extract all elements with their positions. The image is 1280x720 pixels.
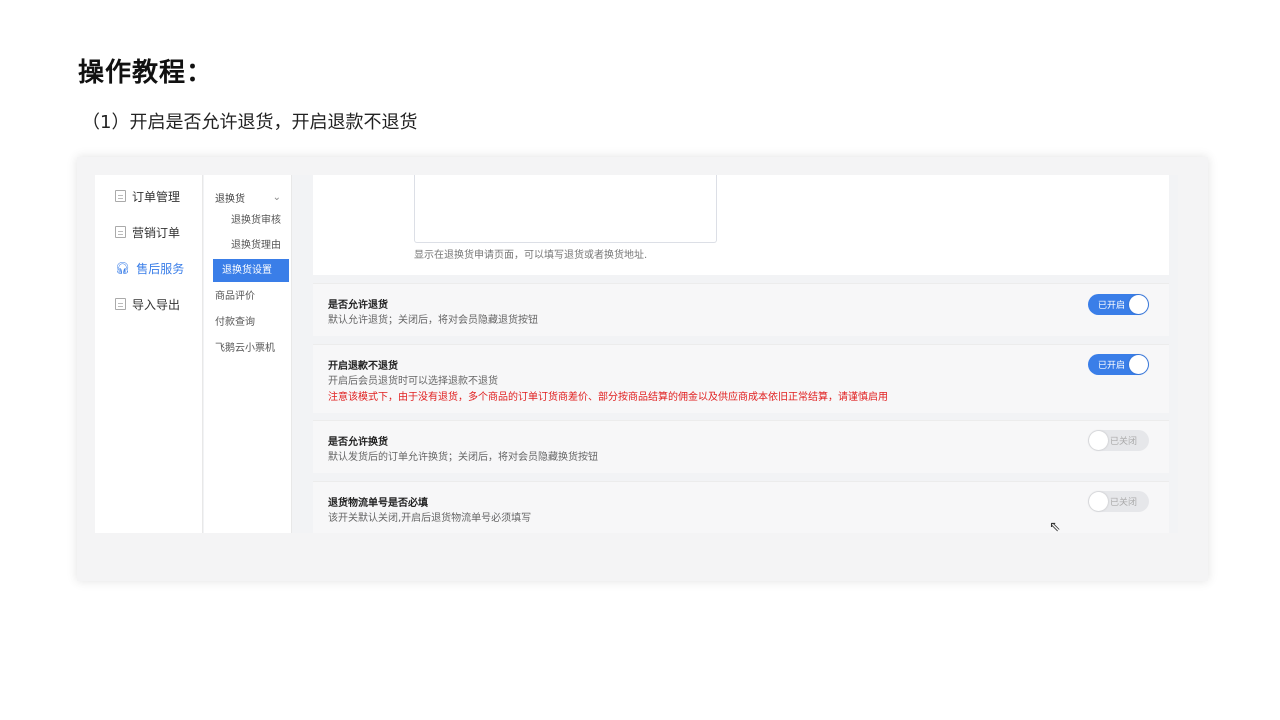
setting-tracking-required: 退货物流单号是否必填 该开关默认关闭,开启后退货物流单号必须填写 已关闭 xyxy=(313,481,1169,533)
subnav-item-receipt-printer[interactable]: 飞鹅云小票机 xyxy=(204,336,291,362)
toggle-knob xyxy=(1129,355,1148,374)
refund-without-return-toggle[interactable]: 已开启 xyxy=(1088,354,1149,375)
document-icon xyxy=(115,190,126,202)
toggle-state-label: 已关闭 xyxy=(1109,498,1137,508)
setting-allow-return: 是否允许退货 默认允许退货；关闭后，将对会员隐藏退货按钮 已开启 xyxy=(313,283,1169,336)
headset-icon: 🎧︎ xyxy=(115,261,131,275)
sidebar-item-label: 导入导出 xyxy=(132,297,181,312)
setting-description: 默认发货后的订单允许换货；关闭后，将对会员隐藏换货按钮 xyxy=(328,452,598,463)
admin-app: 订单管理 营销订单 🎧︎ 售后服务 导入导出 退换货 ⌄ 退换货审核 退换货理由 xyxy=(95,175,1178,533)
sidebar-item-label: 售后服务 xyxy=(136,261,185,276)
toggle-state-label: 已关闭 xyxy=(1109,437,1137,447)
sub-sidebar: 退换货 ⌄ 退换货审核 退换货理由 退换货设置 商品评价 付款查询 飞鹅云小票机 xyxy=(204,175,292,533)
setting-description: 默认允许退货；关闭后，将对会员隐藏退货按钮 xyxy=(328,315,538,326)
allow-exchange-toggle[interactable]: 已关闭 xyxy=(1088,430,1149,451)
setting-refund-without-return: 开启退款不退货 开启后会员退货时可以选择退款不退货 注意该模式下，由于没有退货，… xyxy=(313,344,1169,413)
sidebar-item-label: 订单管理 xyxy=(132,189,181,204)
main-sidebar: 订单管理 营销订单 🎧︎ 售后服务 导入导出 xyxy=(95,175,203,533)
sidebar-item-after-sales[interactable]: 🎧︎ 售后服务 xyxy=(95,250,202,286)
setting-title: 是否允许退货 xyxy=(328,300,388,311)
sidebar-item-order-management[interactable]: 订单管理 xyxy=(95,178,202,214)
setting-title: 退货物流单号是否必填 xyxy=(328,498,428,509)
return-address-textarea[interactable] xyxy=(414,175,717,243)
setting-allow-exchange: 是否允许换货 默认发货后的订单允许换货；关闭后，将对会员隐藏换货按钮 已关闭 xyxy=(313,420,1169,473)
setting-title: 是否允许换货 xyxy=(328,437,388,448)
return-address-block: 显示在退换货申请页面，可以填写退货或者换货地址. xyxy=(313,175,1169,275)
tracking-required-toggle[interactable]: 已关闭 xyxy=(1088,491,1149,512)
subnav-item-return-review[interactable]: 退换货审核 xyxy=(213,209,289,232)
return-address-hint: 显示在退换货申请页面，可以填写退货或者换货地址. xyxy=(414,250,648,261)
setting-title: 开启退款不退货 xyxy=(328,361,398,372)
import-export-icon xyxy=(115,298,126,310)
chevron-down-icon: ⌄ xyxy=(272,191,281,203)
subnav-item-payment-query[interactable]: 付款查询 xyxy=(204,310,291,336)
sidebar-item-label: 营销订单 xyxy=(132,225,181,240)
subnav-group-label: 退换货 xyxy=(215,193,245,205)
subnav-group-returns[interactable]: 退换货 ⌄ xyxy=(204,185,291,209)
sidebar-item-import-export[interactable]: 导入导出 xyxy=(95,286,202,322)
settings-panel: 显示在退换货申请页面，可以填写退货或者换货地址. 是否允许退货 默认允许退货；关… xyxy=(299,175,1171,533)
sidebar-item-marketing-orders[interactable]: 营销订单 xyxy=(95,214,202,250)
page-title: 操作教程： xyxy=(78,58,214,88)
allow-return-toggle[interactable]: 已开启 xyxy=(1088,294,1149,315)
mouse-cursor-icon: ⇖ xyxy=(1049,519,1061,535)
setting-warning: 注意该模式下，由于没有退货，多个商品的订单订货商差价、部分按商品结算的佣金以及供… xyxy=(328,392,888,403)
setting-description: 该开关默认关闭,开启后退货物流单号必须填写 xyxy=(328,513,532,524)
subnav-item-return-reasons[interactable]: 退换货理由 xyxy=(213,234,289,257)
step-description: （1）开启是否允许退货，开启退款不退货 xyxy=(82,112,418,133)
screenshot-frame: 订单管理 营销订单 🎧︎ 售后服务 导入导出 退换货 ⌄ 退换货审核 退换货理由 xyxy=(77,157,1208,581)
toggle-knob xyxy=(1129,295,1148,314)
setting-description: 开启后会员退货时可以选择退款不退货 xyxy=(328,376,498,387)
subnav-item-product-reviews[interactable]: 商品评价 xyxy=(204,284,291,310)
toggle-state-label: 已开启 xyxy=(1098,301,1126,311)
subnav-item-return-settings[interactable]: 退换货设置 xyxy=(213,259,289,282)
toggle-knob xyxy=(1089,492,1108,511)
toggle-knob xyxy=(1089,431,1108,450)
document-icon xyxy=(115,226,126,238)
toggle-state-label: 已开启 xyxy=(1098,361,1126,371)
